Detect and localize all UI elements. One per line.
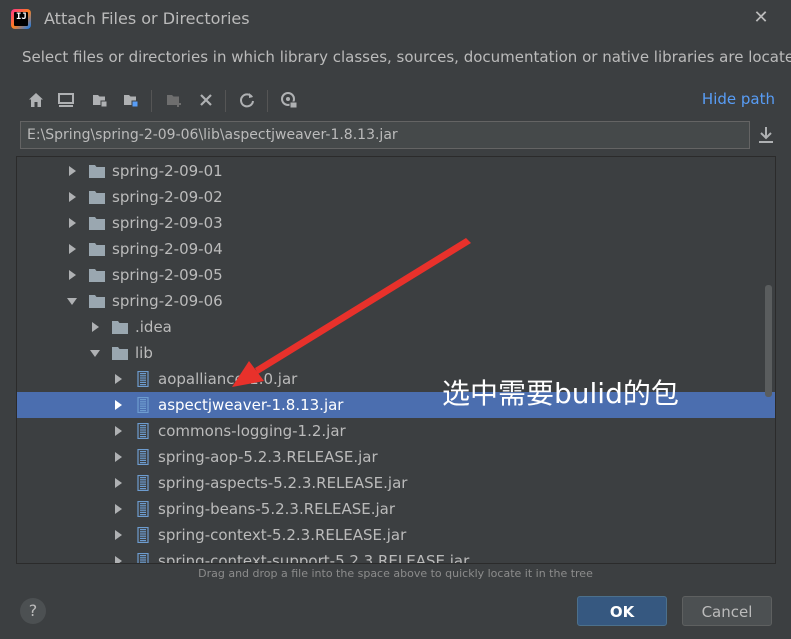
jar-icon [137,553,149,563]
chevron-right-icon[interactable] [112,425,124,437]
folder-icon [89,217,105,230]
home-icon[interactable] [24,88,48,112]
tree-item-label: spring-aspects-5.2.3.RELEASE.jar [158,474,408,492]
tree-item-label: spring-2-09-01 [112,162,223,180]
dialog-title: Attach Files or Directories [44,9,250,28]
hide-path-link[interactable]: Hide path [702,90,775,108]
chevron-right-icon[interactable] [89,321,101,333]
tree-item-label: aspectjweaver-1.8.13.jar [158,396,344,414]
new-folder-icon[interactable] [162,88,186,112]
tree-folder-row[interactable]: spring-2-09-03 [17,210,775,236]
title-bar: IJ Attach Files or Directories ✕ [0,0,791,38]
folder-icon [89,269,105,282]
folder-icon [89,295,105,308]
folder-icon [112,347,128,360]
tree-folder-row[interactable]: spring-2-09-05 [17,262,775,288]
path-field[interactable] [20,121,750,149]
desktop-icon[interactable] [54,88,78,112]
jar-icon [137,371,149,387]
tree-item-label: spring-aop-5.2.3.RELEASE.jar [158,448,378,466]
chevron-right-icon[interactable] [66,217,78,229]
tree-folder-row[interactable]: spring-2-09-01 [17,158,775,184]
cancel-button[interactable]: Cancel [682,596,772,626]
file-chooser-toolbar [22,86,782,114]
tree-folder-row[interactable]: .idea [17,314,775,340]
close-icon[interactable]: ✕ [751,8,771,28]
tree-item-label: aopalliance-1.0.jar [158,370,298,388]
chevron-right-icon[interactable] [112,451,124,463]
intellij-app-icon: IJ [11,9,31,29]
chevron-right-icon[interactable] [66,269,78,281]
folder-icon [89,165,105,178]
toolbar-separator [151,90,152,112]
folder-icon [89,191,105,204]
chevron-right-icon[interactable] [112,503,124,515]
chevron-right-icon[interactable] [66,243,78,255]
jar-icon [137,527,149,543]
download-icon[interactable] [755,124,777,146]
tree-item-label: lib [135,344,153,362]
ok-button[interactable]: OK [577,596,667,626]
tree-file-row[interactable]: spring-context-5.2.3.RELEASE.jar [17,522,775,548]
folder-icon [112,321,128,334]
annotation-text: 选中需要bulid的包 [442,377,679,410]
chevron-down-icon[interactable] [89,347,101,359]
tree-scrollbar[interactable] [765,285,772,397]
tree-file-row[interactable]: spring-aspects-5.2.3.RELEASE.jar [17,470,775,496]
toolbar-separator [225,90,226,112]
chevron-down-icon[interactable] [66,295,78,307]
tree-item-label: spring-2-09-02 [112,188,223,206]
module-folder-icon[interactable] [119,88,143,112]
show-hidden-icon[interactable] [277,88,301,112]
jar-icon [137,397,149,413]
chevron-right-icon[interactable] [66,165,78,177]
tree-folder-row[interactable]: spring-2-09-04 [17,236,775,262]
tree-item-label: spring-context-5.2.3.RELEASE.jar [158,526,407,544]
tree-item-label: .idea [135,318,172,336]
chevron-right-icon[interactable] [112,529,124,541]
tree-item-label: commons-logging-1.2.jar [158,422,346,440]
chevron-right-icon[interactable] [112,399,124,411]
tree-item-label: spring-2-09-04 [112,240,223,258]
tree-folder-row[interactable]: spring-2-09-02 [17,184,775,210]
path-input[interactable] [27,126,737,144]
help-button[interactable]: ? [20,598,46,624]
tree-file-row[interactable]: spring-aop-5.2.3.RELEASE.jar [17,444,775,470]
file-tree[interactable]: spring-2-09-01 spring-2-09-02 spring-2-09-… [16,156,776,564]
jar-icon [137,475,149,491]
project-folder-icon[interactable] [88,88,112,112]
folder-icon [89,243,105,256]
drag-drop-hint: Drag and drop a file into the space abov… [198,567,593,580]
tree-file-row[interactable]: spring-context-support-5.2.3.RELEASE.jar [17,548,775,564]
jar-icon [137,423,149,439]
delete-icon[interactable] [194,88,218,112]
tree-item-label: spring-2-09-05 [112,266,223,284]
toolbar-separator [267,90,268,112]
tree-folder-row[interactable]: spring-2-09-06 [17,288,775,314]
chevron-right-icon[interactable] [112,555,124,564]
jar-icon [137,501,149,517]
tree-folder-row[interactable]: lib [17,340,775,366]
tree-item-label: spring-context-support-5.2.3.RELEASE.jar [158,552,470,564]
jar-icon [137,449,149,465]
tree-item-label: spring-2-09-03 [112,214,223,232]
tree-item-label: spring-beans-5.2.3.RELEASE.jar [158,500,396,518]
tree-file-row[interactable]: spring-beans-5.2.3.RELEASE.jar [17,496,775,522]
tree-item-label: spring-2-09-06 [112,292,223,310]
chevron-right-icon[interactable] [112,477,124,489]
chevron-right-icon[interactable] [66,191,78,203]
refresh-icon[interactable] [235,88,259,112]
chevron-right-icon[interactable] [112,373,124,385]
dialog-description: Select files or directories in which lib… [22,48,791,66]
tree-file-row[interactable]: commons-logging-1.2.jar [17,418,775,444]
